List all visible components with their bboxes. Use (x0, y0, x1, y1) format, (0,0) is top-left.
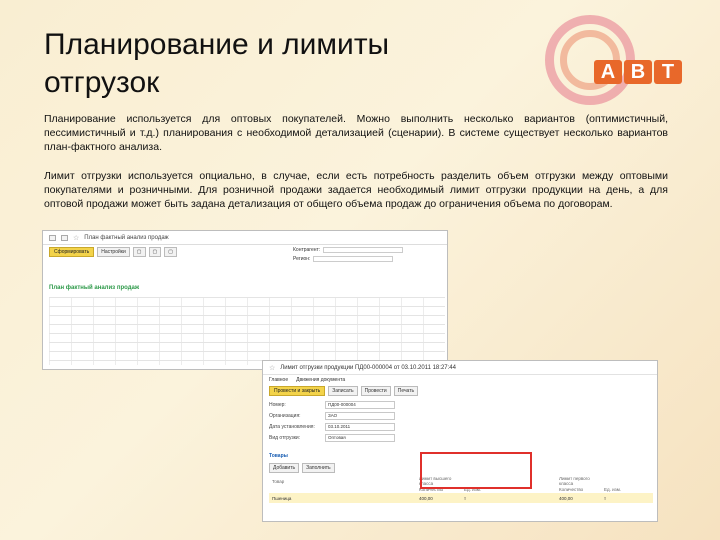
date-field[interactable]: 03.10.2011 (325, 423, 395, 431)
form-label: Номер: (269, 402, 286, 408)
column-header: Товар (272, 478, 285, 484)
window-title: План фактный анализ продаж (84, 234, 169, 241)
star-icon[interactable]: ☆ (73, 234, 79, 242)
report-title: План фактный анализ продаж (49, 285, 140, 291)
paragraph-limits: Лимит отгрузки используется опциально, в… (44, 170, 668, 210)
post-button[interactable]: Провести (360, 386, 391, 396)
region-field[interactable] (313, 256, 394, 262)
shipment-type-field[interactable]: Оптовая (325, 434, 395, 442)
abt-logo: А В Т (594, 60, 682, 84)
slide-title: Планирование и лимиты отгрузок (44, 28, 390, 99)
add-row-button[interactable]: Добавить (269, 463, 300, 473)
toolbar-icon-button[interactable]: ▢ (148, 247, 162, 257)
logo-letter: Т (654, 60, 682, 84)
document-tabs: Товары (269, 453, 288, 459)
form-label: Дата установления: (269, 424, 315, 430)
generate-button[interactable]: Сформировать (49, 247, 95, 257)
print-button[interactable]: Печать (393, 386, 419, 396)
window-title: Лимит отгрузки продукции ПД00-000004 от … (280, 364, 456, 371)
table-cell: т (464, 495, 467, 501)
slide: А В Т Планирование и лимиты отгрузок Пла… (0, 0, 720, 540)
form-row: Вид отгрузки: Оптовая (269, 434, 395, 442)
field-label: Регион: (293, 256, 311, 262)
document-form: Номер: ПД00-000004 Организация: ЗАО Дата… (269, 401, 395, 445)
table-cell: 400,00 (559, 495, 573, 501)
counterparty-field[interactable] (323, 247, 404, 253)
screenshot-plan-fact-report: ☆ План фактный анализ продаж Сформироват… (42, 230, 448, 370)
star-icon[interactable]: ☆ (269, 364, 275, 372)
form-label: Вид отгрузки: (269, 435, 301, 441)
organization-field[interactable]: ЗАО (325, 412, 395, 420)
column-subheader: Ед. изм. (604, 486, 622, 492)
column-header: Лимит первого класса (559, 476, 590, 486)
field-label: Контрагент: (293, 247, 321, 253)
back-arrow-icon[interactable] (49, 234, 56, 241)
column-subheader: Количество (559, 486, 584, 492)
document-links: Главное Движения документа (263, 375, 657, 384)
paragraph-planning: Планирование используется для оптовых по… (44, 113, 668, 153)
save-button[interactable]: Записать (328, 386, 358, 396)
filter-fields: Контрагент: Регион: (293, 247, 443, 265)
tab-goods[interactable]: Товары (269, 453, 288, 459)
report-grid (49, 297, 445, 365)
link-movements[interactable]: Движения документа (296, 377, 345, 383)
document-toolbar: Провести и закрыть Записать Провести Печ… (263, 384, 657, 398)
logo-letter: В (624, 60, 652, 84)
fill-button[interactable]: Заполнить (302, 463, 335, 473)
number-field[interactable]: ПД00-000004 (325, 401, 395, 409)
link-main[interactable]: Главное (269, 377, 288, 383)
table-row[interactable]: Пшеница 400,00 т 400,00 т (269, 493, 653, 503)
toolbar-icon-button[interactable]: ▢ (164, 247, 177, 257)
table-toolbar: Добавить Заполнить (269, 463, 335, 473)
table-cell: т (604, 495, 607, 501)
post-and-close-button[interactable]: Провести и закрыть (269, 386, 326, 396)
highlight-frame (420, 452, 532, 489)
settings-button[interactable]: Настройки (97, 247, 130, 257)
screenshot-shipment-limit: ☆ Лимит отгрузки продукции ПД00-000004 о… (262, 360, 658, 522)
form-row: Номер: ПД00-000004 (269, 401, 395, 409)
window-titlebar: ☆ Лимит отгрузки продукции ПД00-000004 о… (263, 361, 657, 375)
form-row: Дата установления: 03.10.2011 (269, 423, 395, 431)
form-row: Организация: ЗАО (269, 412, 395, 420)
table-cell: 400,00 (419, 495, 433, 501)
form-label: Организация: (269, 413, 301, 419)
window-titlebar: ☆ План фактный анализ продаж (43, 231, 447, 245)
logo-letter: А (594, 60, 622, 84)
forward-arrow-icon[interactable] (61, 234, 68, 241)
toolbar-icon-button[interactable]: ▢ (132, 247, 146, 257)
table-cell: Пшеница (272, 495, 292, 501)
